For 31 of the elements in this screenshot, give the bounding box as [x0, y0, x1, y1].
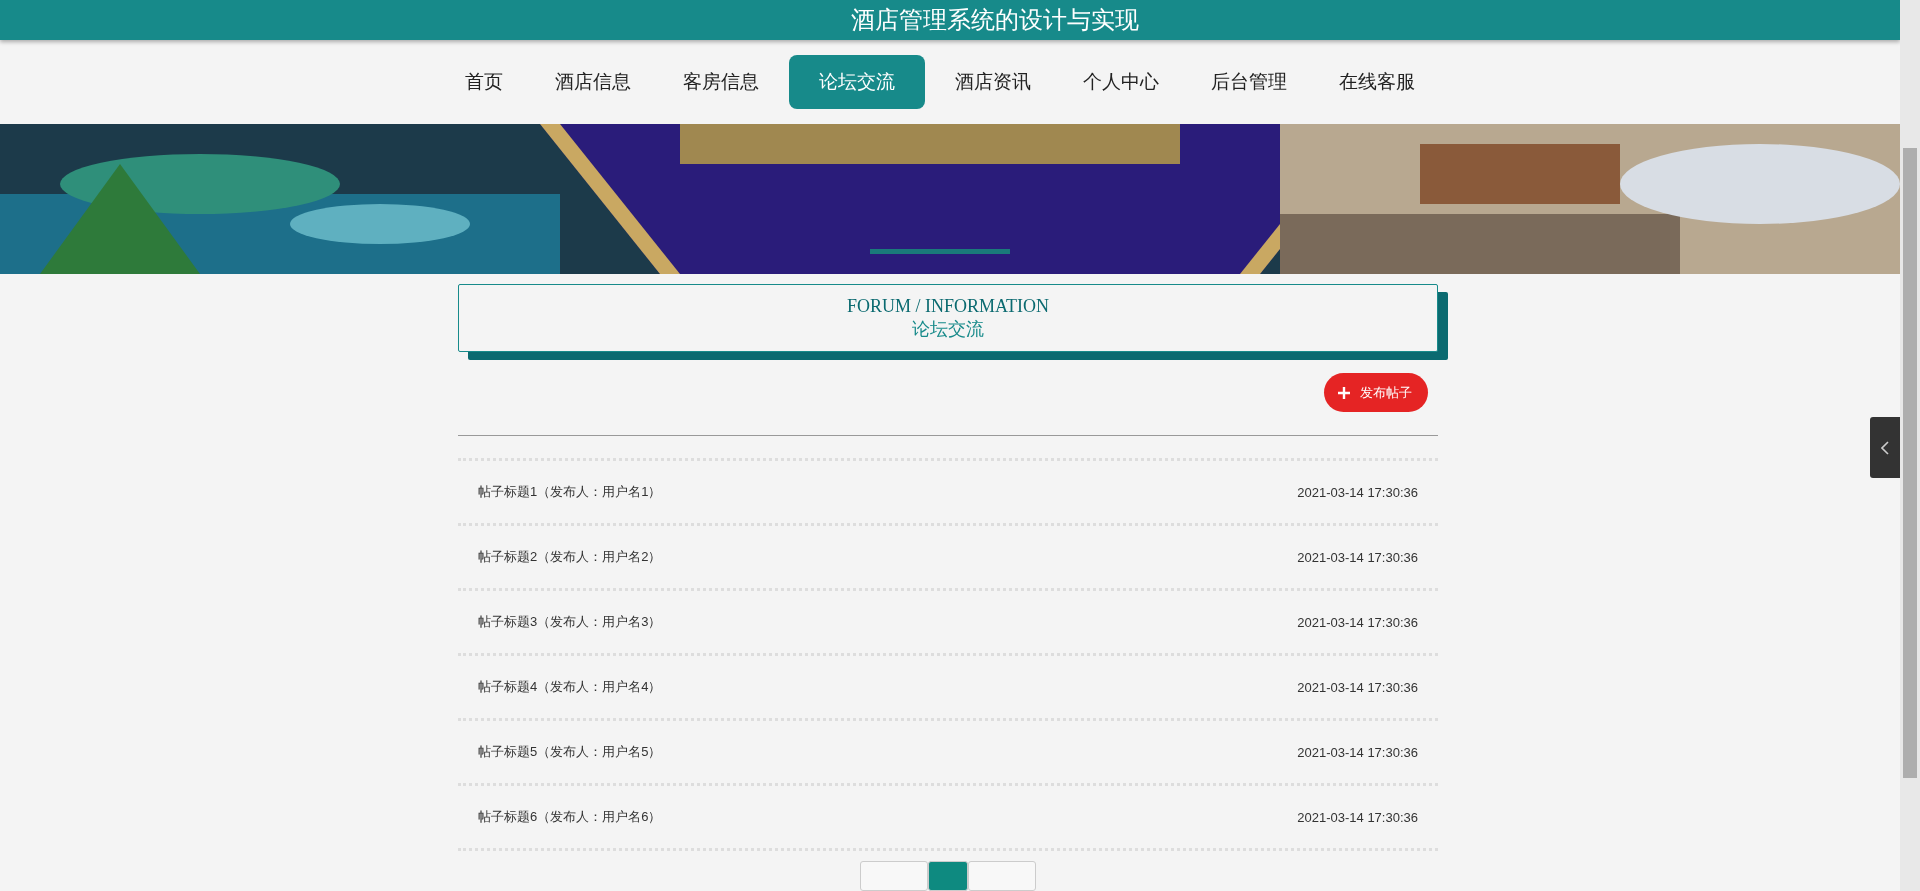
nav-tab[interactable]: 酒店信息 — [533, 54, 653, 109]
post-time: 2021-03-14 17:30:36 — [1297, 614, 1418, 630]
scrollbar-thumb[interactable] — [1903, 148, 1917, 778]
pagination-button[interactable] — [968, 861, 1036, 891]
post-title-link[interactable]: 帖子标题3（发布人：用户名3） — [478, 613, 662, 631]
nav-tab[interactable]: 个人中心 — [1061, 54, 1181, 109]
side-panel-toggle[interactable] — [1870, 417, 1900, 478]
post-time: 2021-03-14 17:30:36 — [1297, 484, 1418, 500]
post-time: 2021-03-14 17:30:36 — [1297, 809, 1418, 825]
post-title-link[interactable]: 帖子标题2（发布人：用户名2） — [478, 548, 662, 566]
post-time: 2021-03-14 17:30:36 — [1297, 549, 1418, 565]
nav-tab[interactable]: 后台管理 — [1189, 54, 1309, 109]
plus-icon — [1338, 386, 1350, 399]
pagination-button[interactable] — [860, 861, 928, 891]
post-time: 2021-03-14 17:30:36 — [1297, 744, 1418, 760]
post-title-link[interactable]: 帖子标题1（发布人：用户名1） — [478, 483, 662, 501]
pagination-button[interactable] — [928, 861, 968, 891]
nav-tab[interactable]: 论坛交流 — [789, 54, 925, 109]
chevron-left-icon — [1881, 440, 1889, 455]
post-title-link[interactable]: 帖子标题4（发布人：用户名4） — [478, 678, 662, 696]
post-title-link[interactable]: 帖子标题5（发布人：用户名5） — [478, 743, 662, 761]
nav-tab[interactable]: 酒店资讯 — [933, 54, 1053, 109]
section-title-english: FORUM / INFORMATION — [847, 295, 1049, 317]
post-title-link[interactable]: 帖子标题6（发布人：用户名6） — [478, 808, 662, 826]
nav-tab[interactable]: 在线客服 — [1317, 54, 1437, 109]
section-title-chinese: 论坛交流 — [912, 317, 984, 341]
post-time: 2021-03-14 17:30:36 — [1297, 679, 1418, 695]
site-title: 酒店管理系统的设计与实现 — [851, 4, 1139, 35]
nav-tab[interactable]: 客房信息 — [661, 54, 781, 109]
nav-tab[interactable]: 首页 — [443, 54, 525, 109]
publish-post-button[interactable]: 发布帖子 — [1324, 373, 1428, 412]
